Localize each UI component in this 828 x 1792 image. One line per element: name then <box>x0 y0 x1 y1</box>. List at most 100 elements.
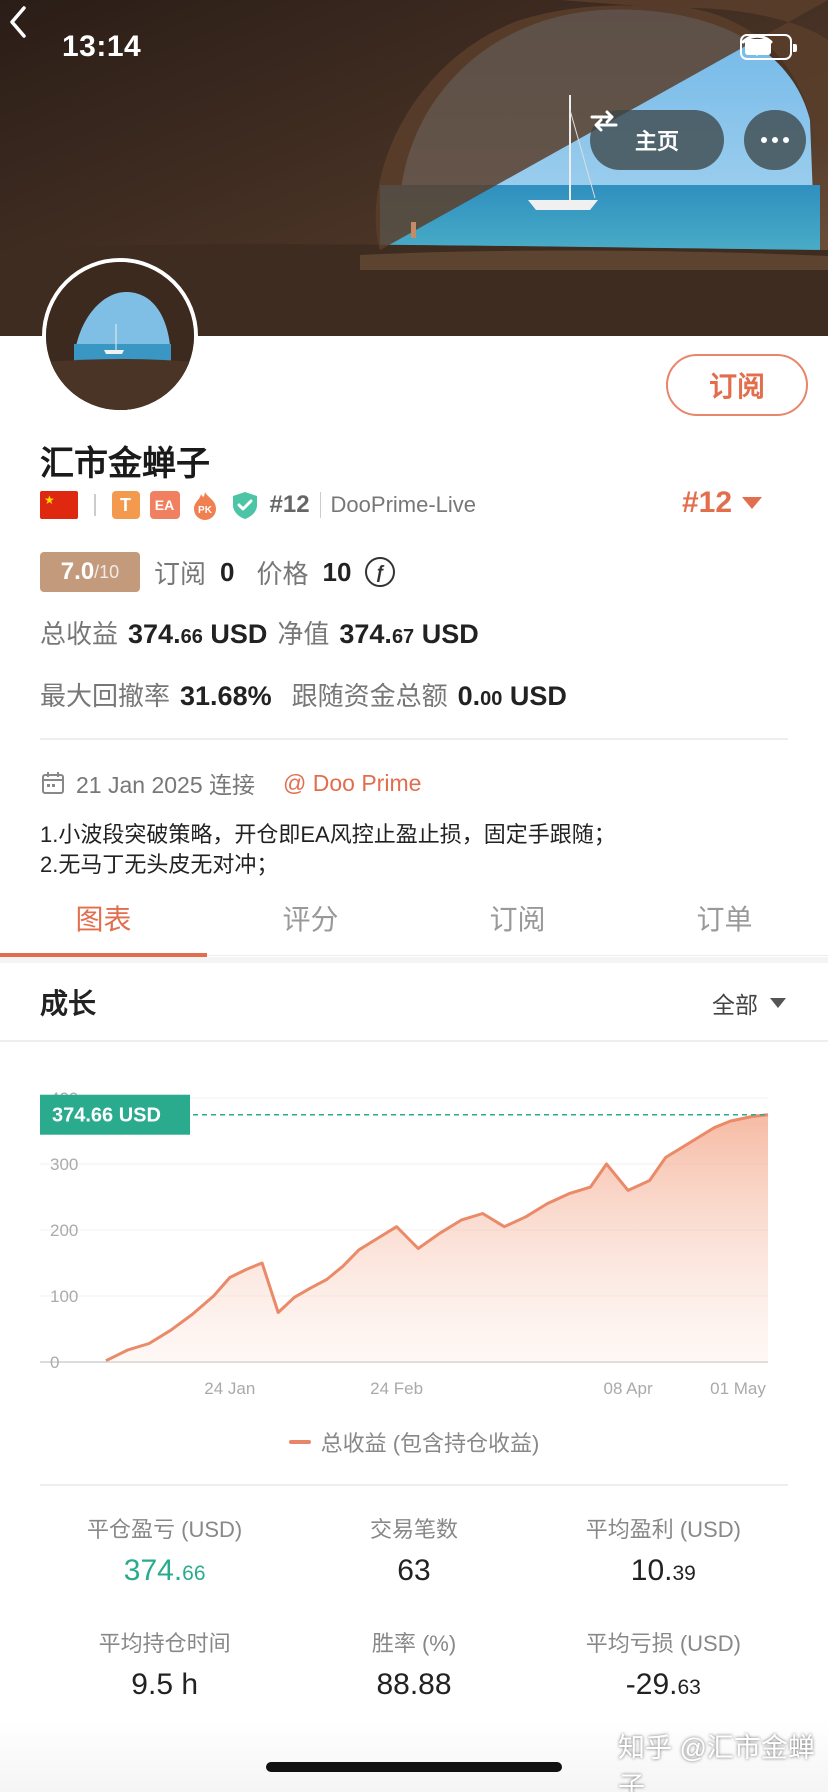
current-value-label: 374.66 USD <box>40 1094 190 1135</box>
equity-label: 净值 <box>277 619 330 649</box>
x-tick-label: 08 Apr <box>603 1379 652 1398</box>
metric-avg-hold-time: 平均持仓时间 9.5 h <box>40 1626 289 1702</box>
more-dot-icon <box>772 137 778 143</box>
metric-value: 88.88 <box>376 1668 452 1701</box>
metric-label: 交易笔数 <box>369 1517 458 1542</box>
caret-down-icon <box>770 998 786 1008</box>
metric-label: 平均亏损 (USD) <box>585 1631 741 1656</box>
y-tick-label: 100 <box>50 1287 78 1306</box>
x-tick-label: 24 Jan <box>204 1379 255 1398</box>
connection-row: 21 Jan 2025 连接 @ Doo Prime <box>40 766 421 800</box>
back-arrow-icon[interactable] <box>0 0 40 44</box>
growth-title: 成长 <box>40 988 97 1019</box>
caret-down-icon <box>742 497 763 509</box>
x-tick-label: 01 May <box>710 1379 766 1398</box>
status-time: 13:14 <box>62 30 142 63</box>
profile-badges: ★ T EA PK #12 DooPrime-Live <box>40 490 476 520</box>
avatar-image <box>46 262 194 410</box>
tab-subscription[interactable]: 订阅 <box>414 880 621 955</box>
metric-avg-loss: 平均亏损 (USD) -29.63 <box>539 1626 788 1702</box>
metric-label: 平仓盈亏 (USD) <box>87 1517 243 1542</box>
equity-value: 374.67 USD <box>339 619 479 649</box>
subscribe-count: 0 <box>220 556 235 587</box>
follow-funds-value: 0.00 USD <box>457 681 567 711</box>
rank-dropdown[interactable]: #12 <box>682 486 763 520</box>
metric-value: -29.63 <box>625 1668 701 1701</box>
strategy-description: 1.小波段突破策略，开仓即EA风控止盈止损，固定手跟随； 2.无马丁无头皮无对冲… <box>40 820 616 880</box>
metric-avg-profit: 平均盈利 (USD) 10.39 <box>539 1512 788 1588</box>
broker-link[interactable]: @ Doo Prime <box>283 770 421 797</box>
chart-legend: 总收益 (包含持仓收益) <box>0 1426 828 1458</box>
score-badge: 7.0/10 <box>40 552 140 592</box>
current-value-text: 374.66 USD <box>52 1105 161 1127</box>
description-line: 1.小波段突破策略，开仓即EA风控止盈止损，固定手跟随； <box>40 822 616 847</box>
metric-value: 63 <box>397 1554 431 1587</box>
y-tick-label: 0 <box>50 1353 59 1372</box>
drawdown-row: 最大回撤率 31.68% 跟随资金总额 0.00 USD <box>40 676 567 713</box>
more-options-button[interactable] <box>744 110 806 170</box>
tab-chart[interactable]: 图表 <box>0 880 207 957</box>
y-tick-label: 300 <box>50 1155 78 1174</box>
follow-funds-label: 跟随资金总额 <box>291 681 448 711</box>
score-value: 7.0 <box>60 558 95 585</box>
china-flag-icon: ★ <box>40 491 78 519</box>
rank-big-label: #12 <box>682 486 733 519</box>
metric-label: 平均持仓时间 <box>98 1631 231 1656</box>
section-separator <box>0 957 828 963</box>
more-dot-icon <box>783 137 789 143</box>
metric-win-rate: 胜率 (%) 88.88 <box>289 1626 538 1702</box>
growth-chart[interactable]: 0100200300400 24 Jan24 Feb08 Apr01 May 3… <box>0 1080 828 1400</box>
more-dot-icon <box>761 137 767 143</box>
connection-date: 21 Jan 2025 连接 <box>76 772 256 798</box>
subscribe-button[interactable]: 订阅 <box>666 354 808 416</box>
rank-small: #12 <box>269 491 310 518</box>
tab-bar: 图表 评分 订阅 订单 <box>0 880 828 957</box>
metrics-grid: 平仓盈亏 (USD) 374.66 交易笔数 63 平均盈利 (USD) 10.… <box>40 1512 788 1702</box>
divider <box>0 1040 828 1042</box>
total-profit-value: 374.66 USD <box>128 619 268 649</box>
max-drawdown-value: 31.68% <box>180 681 272 711</box>
metric-label: 胜率 (%) <box>371 1631 457 1656</box>
tab-orders[interactable]: 订单 <box>621 880 828 955</box>
broker-name: DooPrime-Live <box>319 492 476 518</box>
price-label: 价格 <box>256 558 309 589</box>
divider <box>40 1484 788 1486</box>
coin-icon: ƒ <box>365 557 396 587</box>
metric-value: 374.66 <box>123 1554 206 1587</box>
metric-trade-count: 交易笔数 63 <box>289 1512 538 1588</box>
profile-name: 汇市金蝉子 <box>40 445 210 483</box>
max-drawdown-label: 最大回撤率 <box>40 681 171 711</box>
divider <box>94 494 96 516</box>
score-max: /10 <box>94 561 120 582</box>
legend-swatch <box>288 1440 311 1444</box>
metric-value: 10.39 <box>630 1554 696 1587</box>
swap-arrows-icon <box>590 110 618 132</box>
metric-value: 9.5 h <box>131 1668 199 1701</box>
avatar[interactable] <box>42 258 198 414</box>
growth-range-filter[interactable]: 全部 <box>712 986 786 1020</box>
divider <box>40 738 788 740</box>
calendar-icon <box>42 772 64 794</box>
home-button[interactable]: 主页 <box>590 110 724 170</box>
pk-flame-icon: PK <box>193 492 216 520</box>
y-tick-label: 200 <box>50 1221 78 1240</box>
status-icons <box>740 34 797 60</box>
profit-row: 总收益 374.66 USD 净值 374.67 USD <box>40 614 479 651</box>
price-value: 10 <box>322 556 352 587</box>
home-button-label: 主页 <box>634 129 679 154</box>
home-indicator[interactable] <box>266 1762 562 1772</box>
tab-rating[interactable]: 评分 <box>207 880 414 955</box>
verified-shield-icon <box>232 492 257 519</box>
watermark: 知乎 @汇市金蝉子 <box>618 1733 815 1792</box>
subscribe-count-label: 订阅 <box>154 558 207 589</box>
metric-closed-pnl: 平仓盈亏 (USD) 374.66 <box>40 1512 289 1588</box>
total-profit-label: 总收益 <box>40 619 119 649</box>
description-line: 2.无马丁无头皮无对冲； <box>40 852 279 877</box>
x-tick-label: 24 Feb <box>370 1379 423 1398</box>
profit-area <box>106 1114 768 1362</box>
pk-badge-text: PK <box>198 505 213 516</box>
growth-filter-label: 全部 <box>712 992 758 1018</box>
t-badge: T <box>111 491 140 519</box>
legend-label: 总收益 (包含持仓收益) <box>320 1431 540 1456</box>
score-row: 7.0/10 订阅 0 价格 10 ƒ <box>40 552 396 592</box>
